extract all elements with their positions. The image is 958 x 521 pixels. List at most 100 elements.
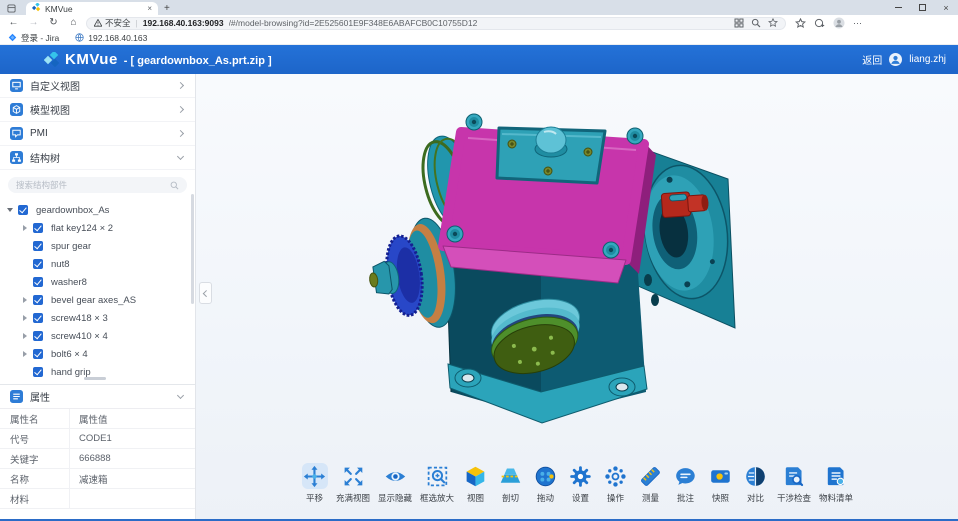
tree-item-checkbox[interactable]	[33, 331, 43, 341]
tree-item-label[interactable]: bolt6 × 4	[51, 349, 88, 360]
collections-icon[interactable]	[814, 18, 825, 29]
sidebar-section-custom-views[interactable]: 自定义视图	[0, 74, 195, 98]
sidebar-section-model-views[interactable]: 模型视图	[0, 98, 195, 122]
tree-caret-icon[interactable]	[23, 225, 27, 231]
toolbar-label: 干涉检查	[777, 492, 811, 504]
toolbar-settings-button[interactable]: 设置	[564, 463, 597, 504]
properties-header[interactable]: 属性	[0, 385, 195, 408]
sidebar-section-structure-tree[interactable]: 结构树	[0, 146, 195, 170]
tree-caret-icon[interactable]	[23, 333, 27, 339]
tree-item-checkbox[interactable]	[33, 241, 43, 251]
toolbar-compare-button[interactable]: 对比	[739, 463, 772, 504]
browser-tab[interactable]: KMVue ×	[26, 2, 158, 15]
tree-item[interactable]: bolt6 × 4	[0, 345, 195, 363]
gearbox-3d-model[interactable]	[356, 82, 786, 472]
toolbar-section-button[interactable]: 剖切	[494, 463, 527, 504]
new-tab-button[interactable]: +	[164, 4, 170, 14]
app-available-icon[interactable]	[734, 18, 744, 28]
tree-item-label[interactable]: nut8	[51, 259, 70, 270]
toolbar-show-hide-button[interactable]: 显示隐藏	[375, 463, 415, 504]
toolbar-box-zoom-button[interactable]: 框选放大	[417, 463, 457, 504]
user-avatar[interactable]	[889, 53, 902, 66]
section-label: 自定义视图	[30, 78, 171, 93]
tree-item[interactable]: spur gear	[0, 237, 195, 255]
tree-item-label[interactable]: bevel gear axes_AS	[51, 295, 136, 306]
tab-close-icon[interactable]: ×	[147, 5, 152, 13]
sidebar-section-pmi[interactable]: PMI	[0, 122, 195, 146]
tree-item[interactable]: screw410 × 4	[0, 327, 195, 345]
tree-item[interactable]: washer8	[0, 273, 195, 291]
toolbar-views-button[interactable]: 视图	[459, 463, 492, 504]
kmvue-favicon-icon	[32, 3, 41, 14]
toolbar-snapshot-button[interactable]: 快照	[704, 463, 737, 504]
toolbar-measure-button[interactable]: 测量	[634, 463, 667, 504]
tree-item-checkbox[interactable]	[33, 223, 43, 233]
toolbar-pan-button[interactable]: 平移	[298, 463, 331, 504]
tree-caret-icon[interactable]	[23, 351, 27, 357]
maximize-button[interactable]	[910, 0, 934, 15]
structure-search[interactable]	[8, 177, 187, 193]
forward-icon[interactable]: →	[26, 18, 41, 28]
bookmark-jira[interactable]: 登录 - Jira	[8, 32, 59, 44]
tree-item-label[interactable]: washer8	[51, 277, 87, 288]
minimize-button[interactable]	[886, 0, 910, 15]
sidebar-vscrollbar[interactable]	[191, 194, 194, 304]
url-field[interactable]: 不安全 | 192.168.40.163:9093 /#/model-brows…	[86, 17, 786, 30]
section-label: 结构树	[30, 150, 171, 165]
tree-item-checkbox[interactable]	[18, 205, 28, 215]
tree-item-label[interactable]: screw410 × 4	[51, 331, 108, 342]
tree-item-label[interactable]: hand grip	[51, 367, 91, 378]
tab-actions-icon[interactable]	[4, 2, 18, 14]
back-button[interactable]: 返回	[862, 52, 882, 67]
toolbar-operate-button[interactable]: 操作	[599, 463, 632, 504]
add-favorite-icon[interactable]	[768, 18, 778, 28]
tree-item[interactable]: geardownbox_As	[0, 201, 195, 219]
tree-item-checkbox[interactable]	[33, 367, 43, 377]
tree-item[interactable]: bevel gear axes_AS	[0, 291, 195, 309]
tree-caret-icon[interactable]	[23, 315, 27, 321]
tree-item[interactable]: nut8	[0, 255, 195, 273]
settings-more-icon[interactable]: ⋯	[853, 18, 862, 29]
favorites-icon[interactable]	[795, 18, 806, 29]
tree-caret-icon[interactable]	[23, 297, 27, 303]
browser-window: KMVue × + × ← → ↻ ⌂ 不安全 | 192.168.40.163…	[0, 0, 958, 521]
close-button[interactable]: ×	[934, 0, 958, 15]
tree-item-checkbox[interactable]	[33, 349, 43, 359]
tree-item-checkbox[interactable]	[33, 313, 43, 323]
tree-hscrollbar[interactable]	[84, 377, 106, 380]
search-in-page-icon[interactable]	[751, 18, 761, 28]
profile-avatar[interactable]	[833, 17, 845, 29]
tree-item-checkbox[interactable]	[33, 295, 43, 305]
globe-icon	[75, 33, 84, 42]
model-viewer[interactable]: 平移充满视图显示隐藏框选放大视图剖切拖动设置操作测量批注快照对比干涉检查物料清单	[196, 74, 958, 521]
bookmark-ip[interactable]: 192.168.40.163	[75, 33, 147, 43]
toolbar-interference-check-button[interactable]: 干涉检查	[774, 463, 814, 504]
interference-check-icon	[781, 463, 807, 489]
tree-item-label[interactable]: spur gear	[51, 241, 91, 252]
tree-item[interactable]: flat key124 × 2	[0, 219, 195, 237]
toolbar-annotate-button[interactable]: 批注	[669, 463, 702, 504]
toolbar-drag-button[interactable]: 拖动	[529, 463, 562, 504]
tree-caret-icon[interactable]	[7, 208, 13, 212]
tree-item-label[interactable]: screw418 × 3	[51, 313, 108, 324]
collapse-sidebar-button[interactable]	[199, 282, 212, 304]
chevron-down-icon[interactable]	[177, 392, 184, 399]
tree-item[interactable]: screw418 × 3	[0, 309, 195, 327]
tree-item-checkbox[interactable]	[33, 277, 43, 287]
toolbar-fit-view-button[interactable]: 充满视图	[333, 463, 373, 504]
chevron-down-icon[interactable]	[177, 153, 184, 160]
chevron-right-icon[interactable]	[177, 106, 184, 113]
toolbar-bom-button[interactable]: 物料清单	[816, 463, 856, 504]
refresh-icon[interactable]: ↻	[46, 18, 61, 28]
chevron-right-icon[interactable]	[177, 82, 184, 89]
tree-item-label[interactable]: flat key124 × 2	[51, 223, 113, 234]
tree-item-checkbox[interactable]	[33, 259, 43, 269]
security-warning[interactable]: 不安全	[94, 17, 131, 29]
home-icon[interactable]: ⌂	[66, 18, 81, 28]
tree-item-label[interactable]: geardownbox_As	[36, 205, 109, 216]
back-icon[interactable]: ←	[6, 18, 21, 28]
chevron-right-icon[interactable]	[177, 130, 184, 137]
show-hide-icon	[382, 463, 408, 489]
url-host: 192.168.40.163:9093	[143, 18, 224, 28]
search-input[interactable]	[16, 180, 166, 190]
